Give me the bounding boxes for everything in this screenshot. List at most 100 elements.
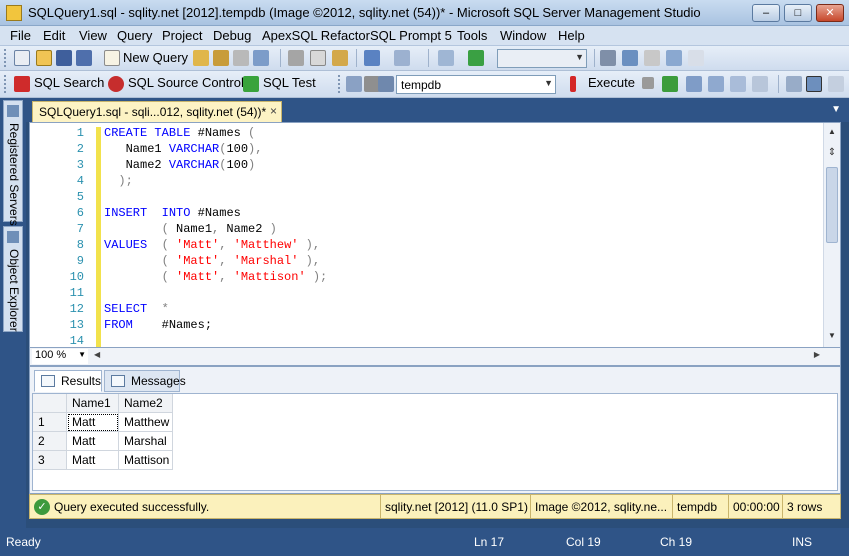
- grid-cell[interactable]: Marshal: [119, 432, 173, 451]
- sql-test-button[interactable]: SQL Test: [263, 75, 316, 90]
- grid-cell[interactable]: Mattison: [119, 451, 173, 470]
- menu-file[interactable]: File: [10, 28, 31, 43]
- code-token: #Names;: [132, 318, 213, 332]
- toolbar-grip[interactable]: [4, 49, 8, 67]
- scroll-down-icon[interactable]: ▼: [826, 331, 838, 345]
- scroll-thumb[interactable]: [826, 167, 838, 243]
- code-text: Name1 VARCHAR(100),: [104, 142, 263, 156]
- xmla-query-icon[interactable]: [253, 50, 269, 66]
- menu-view[interactable]: View: [79, 28, 107, 43]
- database-engine-query-icon[interactable]: [193, 50, 209, 66]
- object-explorer-icon[interactable]: [622, 50, 638, 66]
- menu-sql-prompt[interactable]: SQL Prompt 5: [370, 28, 452, 43]
- new-query-button[interactable]: New Query: [123, 50, 188, 65]
- document-tab[interactable]: SQLQuery1.sql - sqli...012, sqlity.net (…: [32, 101, 282, 122]
- redo-icon[interactable]: [394, 50, 410, 66]
- toolbar-options-icon[interactable]: [828, 76, 844, 92]
- minimize-button[interactable]: –: [752, 4, 780, 22]
- grid-cell[interactable]: Matt: [67, 432, 119, 451]
- object-explorer-tab[interactable]: Object Explorer: [3, 226, 23, 332]
- messages-tab[interactable]: Messages: [104, 370, 186, 392]
- code-text: ( Name1, Name2 ): [104, 222, 277, 236]
- row-number[interactable]: 1: [33, 413, 67, 432]
- registered-servers-icon[interactable]: [600, 50, 616, 66]
- query-editor[interactable]: 1 CREATE TABLE #Names (2 Name1 VARCHAR(10…: [29, 122, 841, 348]
- paste-icon[interactable]: [332, 50, 348, 66]
- menu-help[interactable]: Help: [558, 28, 585, 43]
- close-button[interactable]: ✕: [816, 4, 844, 22]
- copy-icon[interactable]: [310, 50, 326, 66]
- code-token: INSERT: [104, 206, 148, 220]
- registered-servers-tab[interactable]: Registered Servers: [3, 100, 23, 226]
- grid-corner[interactable]: [33, 394, 67, 413]
- zoom-dropdown[interactable]: 100 % ▼: [32, 349, 88, 364]
- code-token: Name2: [104, 158, 169, 172]
- scroll-up-icon[interactable]: ▲: [826, 127, 838, 141]
- toolbar-grip[interactable]: [4, 75, 8, 93]
- menu-window[interactable]: Window: [500, 28, 546, 43]
- new-query-icon[interactable]: [104, 50, 120, 66]
- sql-search-button[interactable]: SQL Search: [34, 75, 104, 90]
- open-file-icon[interactable]: [36, 50, 52, 66]
- results-to-text-icon[interactable]: [786, 76, 802, 92]
- solution-config-dropdown[interactable]: ▼: [497, 49, 587, 68]
- column-header-name2[interactable]: Name2: [119, 394, 173, 413]
- toolbar-grip[interactable]: [338, 75, 342, 93]
- database-selected-value: tempdb: [401, 78, 442, 92]
- intellisense-icon[interactable]: [730, 76, 746, 92]
- code-token: 'Matt': [176, 254, 220, 268]
- sql-test-icon[interactable]: [243, 76, 259, 92]
- registered-servers-icon: [7, 105, 19, 117]
- cut-icon[interactable]: [288, 50, 304, 66]
- scroll-left-icon[interactable]: ◀: [94, 350, 100, 359]
- menu-tools[interactable]: Tools: [457, 28, 487, 43]
- close-tab-icon[interactable]: ×: [270, 104, 277, 118]
- include-plan-icon[interactable]: [752, 76, 768, 92]
- query-designer-icon[interactable]: [708, 76, 724, 92]
- undo-icon[interactable]: [364, 50, 380, 66]
- results-to-grid-icon[interactable]: [806, 76, 822, 92]
- grid-cell[interactable]: Matthew: [119, 413, 173, 432]
- menu-edit[interactable]: Edit: [43, 28, 65, 43]
- menu-debug[interactable]: Debug: [213, 28, 251, 43]
- results-tab[interactable]: Results: [34, 370, 102, 392]
- sql-search-icon[interactable]: [14, 76, 30, 92]
- new-project-icon[interactable]: [14, 50, 30, 66]
- row-number[interactable]: 3: [33, 451, 67, 470]
- available-databases-dropdown[interactable]: tempdb ▼: [396, 75, 556, 94]
- code-token: SELECT: [104, 302, 148, 316]
- scroll-right-icon[interactable]: ▶: [814, 350, 820, 359]
- grid-cell[interactable]: Matt: [67, 413, 119, 432]
- registered-servers-label: Registered Servers: [7, 123, 21, 226]
- results-grid[interactable]: Name1 Name2 1 Matt Matthew 2 Matt Marsha…: [32, 393, 838, 491]
- active-files-dropdown-icon[interactable]: ▼: [831, 104, 841, 115]
- execute-icon[interactable]: [570, 76, 576, 92]
- change-connection-icon[interactable]: [378, 76, 394, 92]
- analysis-query-icon[interactable]: [213, 50, 229, 66]
- grid-cell[interactable]: Matt: [67, 451, 119, 470]
- splitter-icon[interactable]: ⇕: [826, 147, 838, 159]
- display-estimated-plan-icon[interactable]: [686, 76, 702, 92]
- dmx-query-icon[interactable]: [233, 50, 249, 66]
- menu-project[interactable]: Project: [162, 28, 202, 43]
- save-icon[interactable]: [56, 50, 72, 66]
- template-explorer-icon[interactable]: [644, 50, 660, 66]
- cancel-query-icon[interactable]: [642, 77, 654, 89]
- save-all-icon[interactable]: [76, 50, 92, 66]
- execute-button[interactable]: Execute: [588, 75, 635, 90]
- sql-source-control-button[interactable]: SQL Source Control: [128, 75, 244, 90]
- row-number[interactable]: 2: [33, 432, 67, 451]
- menu-apexsql-refactor[interactable]: ApexSQL Refactor: [262, 28, 370, 43]
- parse-icon[interactable]: [662, 76, 678, 92]
- editor-vertical-scrollbar[interactable]: ▲ ⇕ ▼: [823, 123, 840, 347]
- maximize-button[interactable]: □: [784, 4, 812, 22]
- start-debugging-icon[interactable]: [468, 50, 484, 66]
- code-text: );: [104, 174, 132, 188]
- connect-icon[interactable]: [346, 76, 362, 92]
- navigate-backward-icon[interactable]: [438, 50, 454, 66]
- properties-window-icon[interactable]: [666, 50, 682, 66]
- sql-source-control-icon[interactable]: [108, 76, 124, 92]
- toolbar-options-icon[interactable]: [688, 50, 704, 66]
- menu-query[interactable]: Query: [117, 28, 152, 43]
- column-header-name1[interactable]: Name1: [67, 394, 119, 413]
